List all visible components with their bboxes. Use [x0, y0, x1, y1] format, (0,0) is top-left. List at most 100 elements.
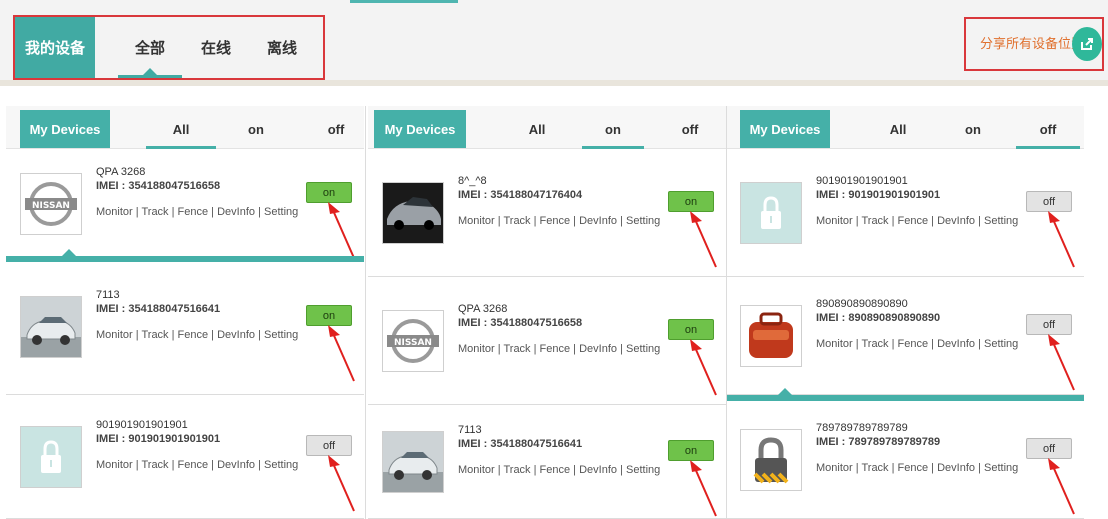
link-setting[interactable]: Setting	[984, 462, 1018, 474]
tab-my-devices[interactable]: My Devices	[740, 110, 830, 148]
svg-text:NISSAN: NISSAN	[394, 338, 432, 348]
device-row[interactable]: 7113 IMEI : 354188047516641 Monitor | Trac…	[6, 259, 364, 395]
device-name[interactable]: QPA 3268	[96, 166, 145, 178]
tab-off[interactable]: off	[1016, 110, 1080, 148]
link-track[interactable]: Track	[503, 343, 530, 355]
device-row[interactable]: 8^_^8 IMEI : 354188047176404 Monitor | Tra…	[368, 149, 726, 277]
device-action-links: Monitor | Track | Fence | DevInfo | Sett…	[96, 206, 298, 218]
link-setting[interactable]: Setting	[626, 464, 660, 476]
link-separator: |	[255, 206, 265, 218]
link-fence[interactable]: Fence	[540, 464, 571, 476]
link-track[interactable]: Track	[861, 338, 888, 350]
link-monitor[interactable]: Monitor	[96, 206, 133, 218]
link-setting[interactable]: Setting	[626, 343, 660, 355]
device-name[interactable]: QPA 3268	[458, 303, 507, 315]
link-separator: |	[570, 343, 580, 355]
tab-my-devices[interactable]: My Devices	[20, 110, 110, 148]
link-separator: |	[530, 215, 540, 227]
link-setting[interactable]: Setting	[984, 338, 1018, 350]
link-track[interactable]: Track	[141, 206, 168, 218]
link-monitor[interactable]: Monitor	[96, 329, 133, 341]
link-track[interactable]: Track	[141, 459, 168, 471]
top-tab-my-devices[interactable]: 我的设备	[15, 17, 95, 78]
link-separator: |	[928, 215, 938, 227]
link-devinfo[interactable]: DevInfo	[217, 459, 255, 471]
link-monitor[interactable]: Monitor	[458, 215, 495, 227]
device-action-links: Monitor | Track | Fence | DevInfo | Sett…	[458, 343, 660, 355]
link-devinfo[interactable]: DevInfo	[217, 206, 255, 218]
status-button-off[interactable]: off	[306, 435, 352, 456]
link-setting[interactable]: Setting	[264, 206, 298, 218]
link-monitor[interactable]: Monitor	[458, 464, 495, 476]
tab-off[interactable]: off	[306, 110, 364, 148]
top-tab-offline[interactable]: 离线	[253, 17, 311, 78]
status-button-on[interactable]: on	[668, 440, 714, 461]
link-setting[interactable]: Setting	[984, 215, 1018, 227]
link-setting[interactable]: Setting	[626, 215, 660, 227]
link-fence[interactable]: Fence	[178, 329, 209, 341]
link-monitor[interactable]: Monitor	[96, 459, 133, 471]
device-name[interactable]: 8^_^8	[458, 175, 487, 187]
status-button-off[interactable]: off	[1026, 314, 1072, 335]
link-fence[interactable]: Fence	[898, 338, 929, 350]
tab-all[interactable]: All	[506, 110, 568, 148]
status-button-on[interactable]: on	[668, 191, 714, 212]
link-devinfo[interactable]: DevInfo	[937, 215, 975, 227]
red-arrow-annotation	[686, 460, 726, 519]
link-separator: |	[530, 464, 540, 476]
link-track[interactable]: Track	[503, 464, 530, 476]
device-row[interactable]: NISSAN QPA 3268 IMEI : 354188047516658 Moni…	[6, 149, 364, 259]
device-row[interactable]: 901901901901901 IMEI : 901901901901901 Mon…	[6, 395, 364, 519]
link-fence[interactable]: Fence	[178, 206, 209, 218]
link-track[interactable]: Track	[861, 462, 888, 474]
link-fence[interactable]: Fence	[540, 215, 571, 227]
link-devinfo[interactable]: DevInfo	[937, 462, 975, 474]
share-all-locations[interactable]: 分享所有设备位置》	[964, 17, 1104, 71]
tab-off[interactable]: off	[660, 110, 720, 148]
link-devinfo[interactable]: DevInfo	[579, 215, 617, 227]
device-name[interactable]: 7113	[458, 424, 482, 436]
link-track[interactable]: Track	[141, 329, 168, 341]
tab-my-devices[interactable]: My Devices	[374, 110, 466, 148]
device-row[interactable]: NISSAN QPA 3268 IMEI : 354188047516658 Moni…	[368, 277, 726, 405]
link-fence[interactable]: Fence	[540, 343, 571, 355]
status-button-on[interactable]: on	[306, 182, 352, 203]
device-name[interactable]: 789789789789789	[816, 422, 908, 434]
device-row[interactable]: 890890890890890 IMEI : 890890890890890 Mon…	[726, 277, 1084, 395]
tab-on[interactable]: on	[226, 110, 286, 148]
device-name[interactable]: 901901901901901	[96, 419, 188, 431]
link-devinfo[interactable]: DevInfo	[217, 329, 255, 341]
tab-on[interactable]: on	[582, 110, 644, 148]
device-name[interactable]: 890890890890890	[816, 298, 908, 310]
tab-on[interactable]: on	[942, 110, 1004, 148]
device-name[interactable]: 901901901901901	[816, 175, 908, 187]
link-fence[interactable]: Fence	[898, 462, 929, 474]
device-panel-offline: My Devices All on off 901901901901901 IMEI : …	[726, 106, 1084, 519]
device-row[interactable]: 7113 IMEI : 354188047516641 Monitor | Trac…	[368, 405, 726, 519]
link-fence[interactable]: Fence	[898, 215, 929, 227]
device-row[interactable]: 901901901901901 IMEI : 901901901901901 Mon…	[726, 149, 1084, 277]
status-button-on[interactable]: on	[668, 319, 714, 340]
link-monitor[interactable]: Monitor	[458, 343, 495, 355]
top-tab-online[interactable]: 在线	[187, 17, 245, 78]
link-track[interactable]: Track	[503, 215, 530, 227]
link-track[interactable]: Track	[861, 215, 888, 227]
link-monitor[interactable]: Monitor	[816, 462, 853, 474]
link-monitor[interactable]: Monitor	[816, 338, 853, 350]
device-name[interactable]: 7113	[96, 289, 120, 301]
link-devinfo[interactable]: DevInfo	[579, 343, 617, 355]
top-accent-line	[350, 0, 458, 3]
tab-all[interactable]: All	[146, 110, 216, 148]
link-devinfo[interactable]: DevInfo	[937, 338, 975, 350]
device-row[interactable]: 789789789789789 IMEI : 789789789789789 Mon…	[726, 401, 1084, 519]
link-fence[interactable]: Fence	[178, 459, 209, 471]
tab-all[interactable]: All	[866, 110, 930, 148]
status-button-off[interactable]: off	[1026, 191, 1072, 212]
status-button-on[interactable]: on	[306, 305, 352, 326]
link-devinfo[interactable]: DevInfo	[579, 464, 617, 476]
link-monitor[interactable]: Monitor	[816, 215, 853, 227]
share-icon[interactable]	[1072, 27, 1102, 61]
link-setting[interactable]: Setting	[264, 459, 298, 471]
link-setting[interactable]: Setting	[264, 329, 298, 341]
status-button-off[interactable]: off	[1026, 438, 1072, 459]
